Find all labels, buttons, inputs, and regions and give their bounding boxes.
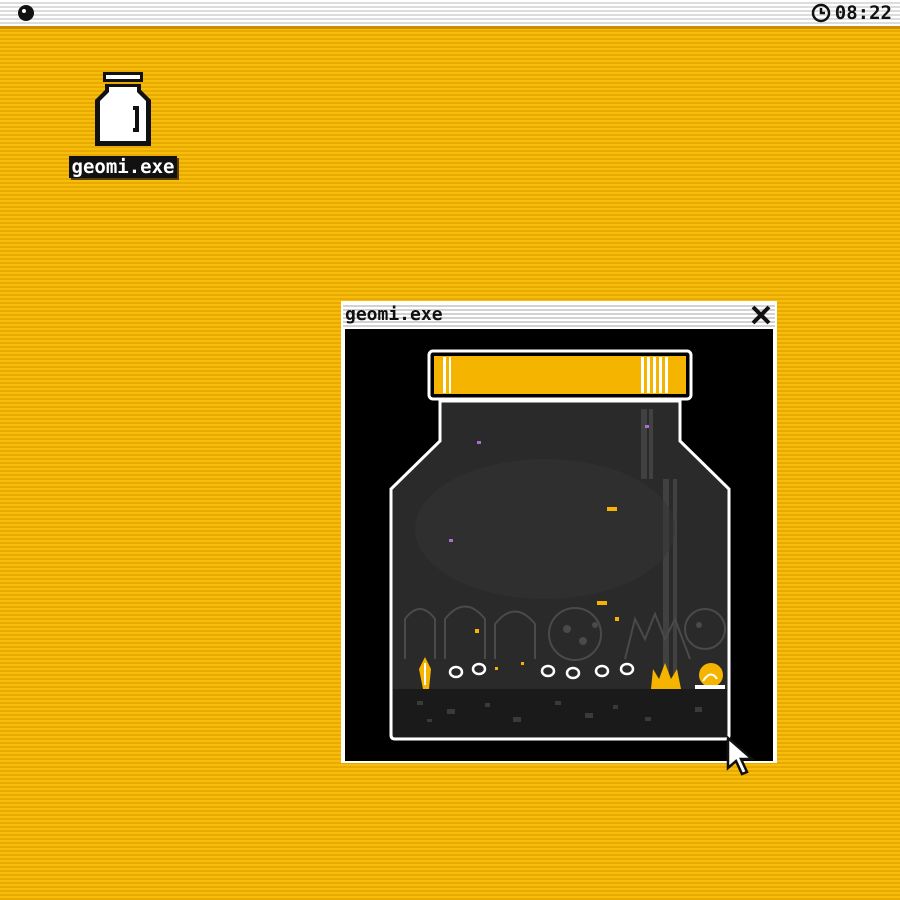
desktop-icon-geomi[interactable]: geomi.exe xyxy=(60,70,186,186)
terrarium-jar[interactable] xyxy=(345,329,773,761)
desktop-icon-label: geomi.exe xyxy=(68,156,178,178)
soil xyxy=(393,689,727,737)
mouse-pointer-icon xyxy=(726,736,756,776)
menu-bar: 08:22 xyxy=(0,0,900,29)
jar-lid xyxy=(427,349,693,401)
jar-icon xyxy=(95,72,151,146)
close-icon[interactable] xyxy=(750,304,772,326)
window-title: geomi.exe xyxy=(345,304,443,325)
clock[interactable]: 08:22 xyxy=(811,2,892,24)
window-titlebar[interactable]: geomi.exe xyxy=(343,303,775,327)
dot-menu-icon[interactable] xyxy=(17,4,35,22)
geomi-window: geomi.exe xyxy=(341,301,777,763)
clock-time: 08:22 xyxy=(834,2,892,24)
clock-icon xyxy=(811,3,831,23)
window-content xyxy=(345,329,773,761)
